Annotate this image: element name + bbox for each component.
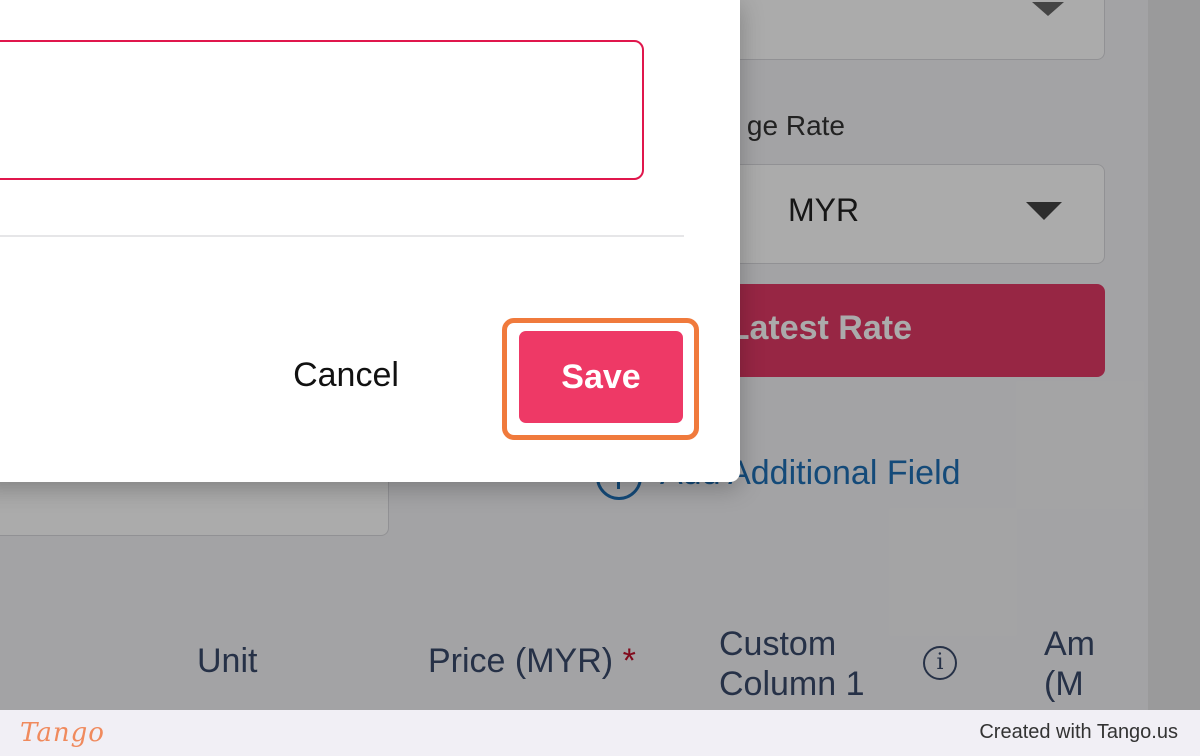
dialog-divider <box>0 235 684 237</box>
tango-logo: Tango <box>20 718 105 748</box>
tango-footer: Tango Created with Tango.us <box>0 710 1200 756</box>
dialog-text-input[interactable] <box>0 40 644 180</box>
modal-dialog: Cancel Save <box>0 0 740 482</box>
save-button[interactable]: Save <box>519 331 683 423</box>
cancel-button[interactable]: Cancel <box>276 346 416 404</box>
footer-credit: Created with Tango.us <box>979 721 1178 743</box>
app-screen: ge Rate MYR Latest Rate Add Additional F… <box>0 0 1200 710</box>
